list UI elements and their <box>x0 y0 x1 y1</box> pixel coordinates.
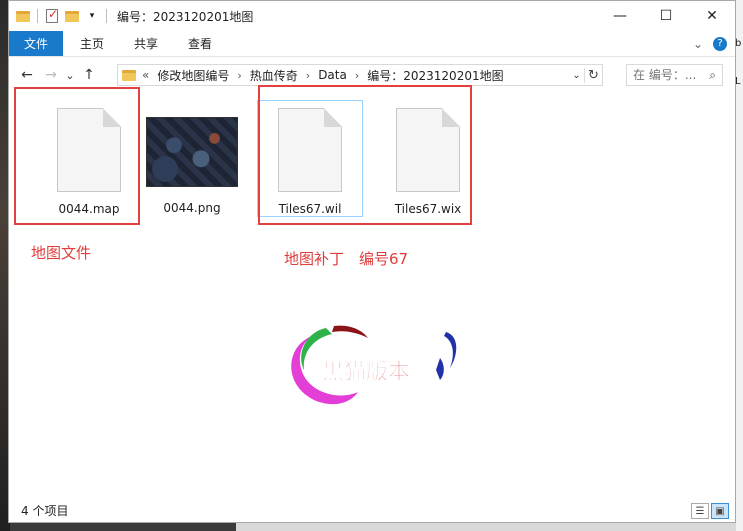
minimize-button[interactable]: — <box>597 1 643 31</box>
back-button[interactable]: ← <box>15 67 39 83</box>
recent-locations-button[interactable]: ⌄ <box>63 69 77 82</box>
refresh-button[interactable]: ↻ <box>584 67 602 83</box>
explorer-window: ▾ 编号：2023120201地图 — ☐ ✕ 文件 主页 共享 查看 ⌄ ? … <box>8 0 736 523</box>
search-box[interactable]: ⌕ <box>626 64 723 86</box>
customize-toolbar-icon[interactable]: ▾ <box>82 5 102 27</box>
status-bar: 4 个项目 ☰ ▣ <box>9 498 735 522</box>
logo-text: 黑猫版本 <box>322 360 410 385</box>
tab-file[interactable]: 文件 <box>9 31 64 56</box>
forward-button[interactable]: → <box>39 67 63 83</box>
search-input[interactable] <box>633 68 697 82</box>
folder-icon <box>122 69 136 81</box>
highlight-box <box>258 85 472 225</box>
details-view-icon[interactable]: ☰ <box>691 503 709 519</box>
breadcrumb-item[interactable]: Data <box>318 68 347 82</box>
tab-view[interactable]: 查看 <box>173 31 227 56</box>
maximize-button[interactable]: ☐ <box>643 1 689 31</box>
file-item[interactable]: 0044.png <box>145 108 239 215</box>
watermark-logo: 黑猫版本 <box>291 325 457 405</box>
breadcrumb-overflow[interactable]: « <box>142 68 149 82</box>
ribbon-tabs: 文件 主页 共享 查看 ⌄ ? <box>9 31 735 57</box>
new-folder-icon[interactable] <box>62 5 82 27</box>
taskbar-strip <box>236 523 736 531</box>
title-bar: ▾ 编号：2023120201地图 — ☐ ✕ <box>9 1 735 31</box>
breadcrumb-item[interactable]: 热血传奇 <box>250 67 298 84</box>
large-icons-view-icon[interactable]: ▣ <box>711 503 729 519</box>
file-name: 0044.png <box>163 201 221 215</box>
chevron-right-icon[interactable]: › <box>237 69 241 82</box>
folder-icon[interactable] <box>13 5 33 27</box>
search-icon[interactable]: ⌕ <box>709 68 716 83</box>
chevron-right-icon[interactable]: › <box>306 69 310 82</box>
window-title: 编号：2023120201地图 <box>117 9 254 24</box>
chevron-right-icon[interactable]: › <box>355 69 359 82</box>
chevron-down-icon[interactable]: ⌄ <box>693 37 703 51</box>
tab-share[interactable]: 共享 <box>119 31 173 56</box>
separator <box>37 9 38 23</box>
help-icon[interactable]: ? <box>713 36 727 51</box>
properties-icon[interactable] <box>42 5 62 27</box>
window-controls: — ☐ ✕ <box>597 1 735 31</box>
up-button[interactable]: ↑ <box>77 67 101 83</box>
annotation-map-file: 地图文件 <box>31 244 92 262</box>
item-count: 4 个项目 <box>21 503 69 518</box>
view-switcher: ☰ ▣ <box>691 503 729 519</box>
close-button[interactable]: ✕ <box>689 1 735 31</box>
tab-home[interactable]: 主页 <box>65 31 119 56</box>
annotation-map-patch: 地图补丁 编号67 <box>284 250 409 268</box>
image-thumbnail <box>146 117 238 187</box>
address-dropdown-icon[interactable]: ⌄ <box>568 69 584 81</box>
address-bar[interactable]: « 修改地图编号 › 热血传奇 › Data › 编号：2023120201地图… <box>117 64 603 86</box>
breadcrumb-item[interactable]: 修改地图编号 <box>157 67 229 84</box>
file-list-area: 0044.map 0044.png Tiles67.wil Tiles67.wi… <box>9 85 735 492</box>
separator <box>106 9 107 23</box>
highlight-box <box>14 87 140 225</box>
quick-access-toolbar: ▾ <box>13 5 111 27</box>
breadcrumb-item[interactable]: 编号：2023120201地图 <box>367 67 503 84</box>
ribbon-right-controls: ⌄ ? <box>693 31 735 56</box>
breadcrumb: « 修改地图编号 › 热血传奇 › Data › 编号：2023120201地图 <box>142 67 504 84</box>
